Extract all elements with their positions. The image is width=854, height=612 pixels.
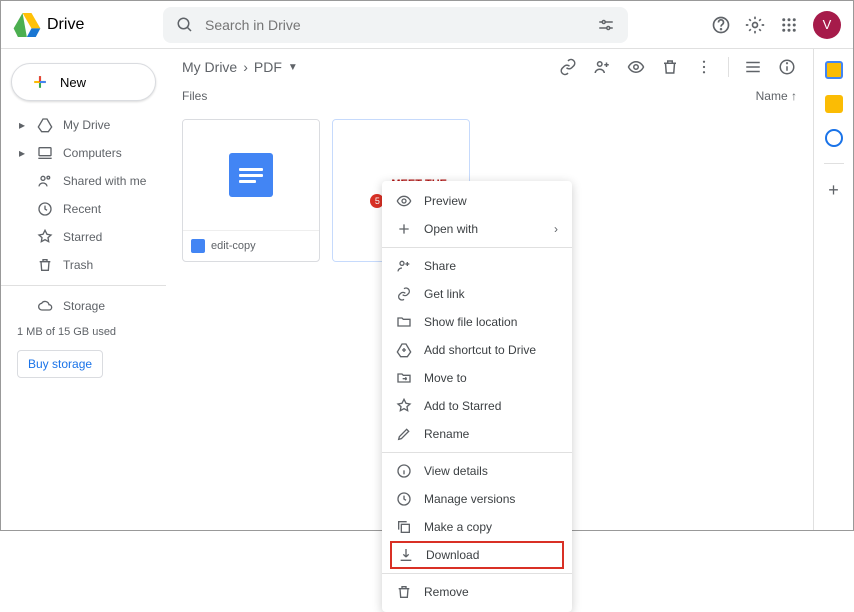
people-icon — [37, 173, 53, 189]
ctx-manage-versions[interactable]: Manage versions — [382, 485, 572, 513]
info-icon[interactable] — [777, 57, 797, 77]
apps-icon[interactable] — [779, 15, 799, 35]
breadcrumb-root[interactable]: My Drive — [182, 59, 237, 75]
avatar[interactable]: V — [813, 11, 841, 39]
ctx-rename[interactable]: Rename — [382, 420, 572, 448]
drive-triangle-icon — [13, 13, 41, 37]
product-name: Drive — [47, 16, 84, 34]
sidebar-item-starred[interactable]: Starred — [1, 223, 166, 251]
trash-icon — [37, 257, 53, 273]
sidebar: New ▸My Drive ▸Computers Shared with me … — [1, 49, 166, 530]
search-bar[interactable] — [163, 7, 628, 43]
sidebar-item-recent[interactable]: Recent — [1, 195, 166, 223]
sidebar-item-mydrive[interactable]: ▸My Drive — [1, 111, 166, 139]
sidebar-item-shared[interactable]: Shared with me — [1, 167, 166, 195]
ctx-open-with[interactable]: Open with› — [382, 215, 572, 243]
ctx-share[interactable]: Share — [382, 252, 572, 280]
plus-icon — [30, 72, 50, 92]
storage-usage: 1 MB of 15 GB used — [1, 320, 166, 344]
files-header: Files — [182, 89, 207, 103]
calendar-app-icon[interactable] — [825, 61, 843, 79]
ctx-add-shortcut[interactable]: Add shortcut to Drive — [382, 336, 572, 364]
folder-icon — [396, 314, 412, 330]
context-menu: Preview Open with› Share Get link Show f… — [382, 181, 572, 612]
trash-icon — [396, 584, 412, 600]
drive-icon — [37, 117, 53, 133]
right-sidebar: + — [813, 49, 853, 530]
link-icon — [396, 286, 412, 302]
chevron-right-icon: › — [243, 59, 248, 75]
link-icon[interactable] — [558, 57, 578, 77]
ctx-move-to[interactable]: Move to — [382, 364, 572, 392]
person-add-icon — [396, 258, 412, 274]
sidebar-item-trash[interactable]: Trash — [1, 251, 166, 279]
settings-icon[interactable] — [745, 15, 765, 35]
name-sort[interactable]: Name ↑ — [756, 89, 797, 103]
copy-icon — [396, 519, 412, 535]
list-view-icon[interactable] — [743, 57, 763, 77]
ctx-remove[interactable]: Remove — [382, 578, 572, 606]
move-icon — [396, 370, 412, 386]
info-icon — [396, 463, 412, 479]
eye-icon[interactable] — [626, 57, 646, 77]
open-icon — [396, 221, 412, 237]
star-icon — [37, 229, 53, 245]
star-icon — [396, 398, 412, 414]
ctx-make-copy[interactable]: Make a copy — [382, 513, 572, 541]
sidebar-item-storage[interactable]: Storage — [1, 292, 166, 320]
chevron-right-icon: › — [554, 222, 558, 236]
delete-icon[interactable] — [660, 57, 680, 77]
help-icon[interactable] — [711, 15, 731, 35]
search-input[interactable] — [205, 17, 565, 33]
new-button[interactable]: New — [11, 63, 156, 101]
tasks-app-icon[interactable] — [825, 129, 843, 147]
cloud-icon — [37, 298, 53, 314]
drive-logo[interactable]: Drive — [13, 13, 163, 37]
search-options-icon[interactable] — [596, 15, 616, 35]
ctx-add-starred[interactable]: Add to Starred — [382, 392, 572, 420]
ctx-show-location[interactable]: Show file location — [382, 308, 572, 336]
ctx-view-details[interactable]: View details — [382, 457, 572, 485]
docs-file-icon — [191, 239, 205, 253]
pencil-icon — [396, 426, 412, 442]
more-icon[interactable] — [694, 57, 714, 77]
buy-storage-button[interactable]: Buy storage — [17, 350, 103, 378]
file-name: edit-copy — [211, 240, 256, 252]
person-add-icon[interactable] — [592, 57, 612, 77]
eye-icon — [396, 193, 412, 209]
chevron-down-icon[interactable]: ▼ — [288, 62, 298, 73]
file-card[interactable]: edit-copy — [182, 119, 320, 262]
history-icon — [396, 491, 412, 507]
sidebar-item-computers[interactable]: ▸Computers — [1, 139, 166, 167]
ctx-get-link[interactable]: Get link — [382, 280, 572, 308]
ctx-preview[interactable]: Preview — [382, 187, 572, 215]
breadcrumb[interactable]: My Drive › PDF ▼ — [182, 59, 298, 75]
shortcut-icon — [396, 342, 412, 358]
search-icon — [175, 15, 195, 35]
clock-icon — [37, 201, 53, 217]
download-icon — [398, 547, 414, 563]
keep-app-icon[interactable] — [825, 95, 843, 113]
add-app-icon[interactable]: + — [828, 180, 839, 201]
new-label: New — [60, 75, 86, 90]
breadcrumb-folder[interactable]: PDF — [254, 59, 282, 75]
doc-thumb-icon — [229, 153, 273, 197]
ctx-download[interactable]: Download — [390, 541, 564, 569]
computer-icon — [37, 145, 53, 161]
